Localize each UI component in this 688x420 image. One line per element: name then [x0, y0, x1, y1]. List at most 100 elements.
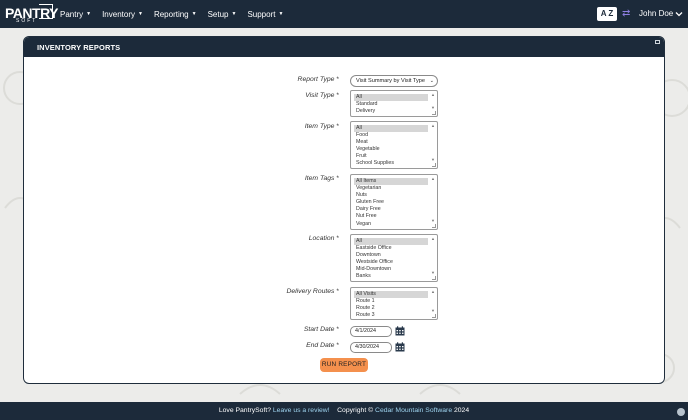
chevron-down-icon: ▼ [231, 11, 237, 17]
item-type-option[interactable]: All [354, 125, 428, 133]
visit-type-label: Visit Type * [199, 92, 339, 99]
user-menu[interactable]: John Doe [639, 0, 673, 28]
inventory-reports-panel: INVENTORY REPORTS Report Type * Visit Su… [23, 36, 665, 384]
required-mark: * [336, 326, 339, 333]
location-scrollbar[interactable]: ▲ ▼ [430, 236, 436, 280]
item-tags-option[interactable]: All Items [354, 178, 428, 186]
delivery-routes-label: Delivery Routes * [199, 288, 339, 295]
required-mark: * [336, 123, 339, 130]
required-mark: * [336, 342, 339, 349]
item-tags-option[interactable]: Vegan [351, 221, 428, 228]
footer-text: Love PantrySoft? Leave us a review! Copy… [0, 402, 688, 420]
visit-type-option[interactable]: All [354, 94, 428, 102]
item-type-option[interactable]: Meat [351, 139, 428, 146]
report-type-label-text: Report Type [297, 76, 335, 83]
report-type-value: Visit Summary by Visit Type [356, 78, 426, 84]
resize-grip-icon[interactable] [432, 224, 436, 228]
panel-header: INVENTORY REPORTS [24, 37, 664, 57]
nav-reporting[interactable]: Reporting ▼ [154, 10, 197, 19]
location-option[interactable]: Westside Office [351, 259, 428, 266]
delivery-routes-option[interactable]: Route 2 [351, 305, 428, 312]
leave-review-link[interactable]: Leave us a review! [273, 407, 330, 414]
item-tags-option[interactable]: Nuts [351, 192, 428, 199]
item-type-label: Item Type * [199, 123, 339, 130]
chevron-down-icon: ⌄ [429, 78, 434, 84]
item-tags-listbox[interactable]: All Items Vegetarian Nuts Gluten Free Da… [350, 174, 438, 230]
nav-support[interactable]: Support ▼ [247, 10, 283, 19]
logo-subtext: SOFT [16, 18, 38, 24]
resize-grip-icon[interactable] [432, 163, 436, 167]
end-date-calendar-icon[interactable] [395, 342, 405, 352]
nav-setup[interactable]: Setup ▼ [208, 10, 237, 19]
location-option[interactable]: Downtown [351, 252, 428, 259]
item-type-option[interactable]: School Supplies [351, 160, 428, 167]
run-report-button[interactable]: RUN REPORT [320, 358, 368, 372]
az-sort-button[interactable]: A Z [597, 7, 617, 21]
location-option[interactable]: Mid-Downtown [351, 266, 428, 273]
item-type-listbox[interactable]: All Food Meat Vegetable Fruit School Sup… [350, 121, 438, 169]
end-date-input[interactable]: 4/30/2024 [350, 342, 392, 353]
footer-love-text: Love PantrySoft? [218, 407, 272, 414]
item-tags-option[interactable]: Dairy Free [351, 206, 428, 213]
location-listbox[interactable]: All Eastside Office Downtown Westside Of… [350, 234, 438, 282]
report-type-label: Report Type * [199, 76, 339, 83]
nav-reporting-label: Reporting [153, 9, 189, 19]
location-option[interactable]: Banks [351, 273, 428, 280]
scroll-up-icon[interactable]: ▲ [430, 289, 436, 295]
main-menu: Pantry ▼ Inventory ▼ Reporting ▼ Setup ▼ Sup… [60, 0, 294, 28]
start-date-calendar-icon[interactable] [395, 326, 405, 336]
scroll-up-icon[interactable]: ▲ [430, 123, 436, 129]
start-date-input[interactable]: 4/1/2024 [350, 326, 392, 337]
report-type-select[interactable]: Visit Summary by Visit Type ⌄ [350, 75, 438, 87]
item-type-option[interactable]: Fruit [351, 153, 428, 160]
required-mark: * [336, 92, 339, 99]
item-type-scrollbar[interactable]: ▲ ▼ [430, 123, 436, 167]
nav-inventory[interactable]: Inventory ▼ [102, 10, 143, 19]
panel-collapse-button[interactable] [655, 40, 660, 44]
location-option[interactable]: All [354, 238, 428, 246]
location-label-text: Location [308, 235, 335, 242]
visit-type-listbox[interactable]: All Standard Delivery ▲ ▼ [350, 90, 438, 117]
chevron-down-icon: ▼ [86, 11, 92, 17]
item-tags-option[interactable]: Gluten Free [351, 199, 428, 206]
delivery-routes-option[interactable]: Route 3 [351, 312, 428, 319]
footer-year: 2024 [454, 407, 470, 414]
nav-setup-label: Setup [207, 9, 229, 19]
scroll-up-icon[interactable]: ▲ [430, 176, 436, 182]
end-date-label: End Date * [199, 342, 339, 349]
nav-pantry[interactable]: Pantry ▼ [60, 10, 91, 19]
location-label: Location * [199, 235, 339, 242]
start-date-label-text: Start Date [303, 326, 335, 333]
pantrysoft-logo[interactable]: PANTRY SOFT [5, 4, 59, 24]
delivery-routes-option[interactable]: All Visits [354, 291, 428, 299]
start-date-label: Start Date * [199, 326, 339, 333]
visit-type-label-text: Visit Type [305, 92, 335, 99]
company-link[interactable]: Cedar Mountain Software [375, 407, 452, 414]
nav-inventory-label: Inventory [102, 9, 135, 19]
item-tags-scrollbar[interactable]: ▲ ▼ [430, 176, 436, 228]
item-tags-option[interactable]: Vegetarian [351, 185, 428, 192]
resize-grip-icon[interactable] [432, 314, 436, 318]
scroll-up-icon[interactable]: ▲ [430, 92, 436, 98]
delivery-routes-label-text: Delivery Routes [286, 288, 335, 295]
logo-door-mark [39, 4, 53, 19]
delivery-routes-listbox[interactable]: All Visits Route 1 Route 2 Route 3 ▲ ▼ [350, 287, 438, 320]
user-chevron-down-icon[interactable] [675, 10, 683, 18]
resize-grip-icon[interactable] [432, 276, 436, 280]
settings-badge-icon[interactable] [677, 408, 685, 416]
resize-grip-icon[interactable] [432, 111, 436, 115]
item-type-option[interactable]: Food [351, 132, 428, 139]
required-mark: * [336, 235, 339, 242]
required-mark: * [336, 288, 339, 295]
visit-type-option[interactable]: Standard [351, 101, 428, 108]
item-tags-option[interactable]: Nut Free [351, 213, 428, 220]
delivery-routes-option[interactable]: Route 1 [351, 298, 428, 305]
scroll-up-icon[interactable]: ▲ [430, 236, 436, 242]
footer: Love PantrySoft? Leave us a review! Copy… [0, 402, 688, 420]
visit-type-option[interactable]: Delivery [351, 108, 428, 115]
location-option[interactable]: Eastside Office [351, 245, 428, 252]
nav-support-label: Support [247, 9, 276, 19]
item-type-option[interactable]: Vegetable [351, 146, 428, 153]
required-mark: * [336, 175, 339, 182]
swap-arrows-icon[interactable]: ⇄ [622, 7, 632, 21]
